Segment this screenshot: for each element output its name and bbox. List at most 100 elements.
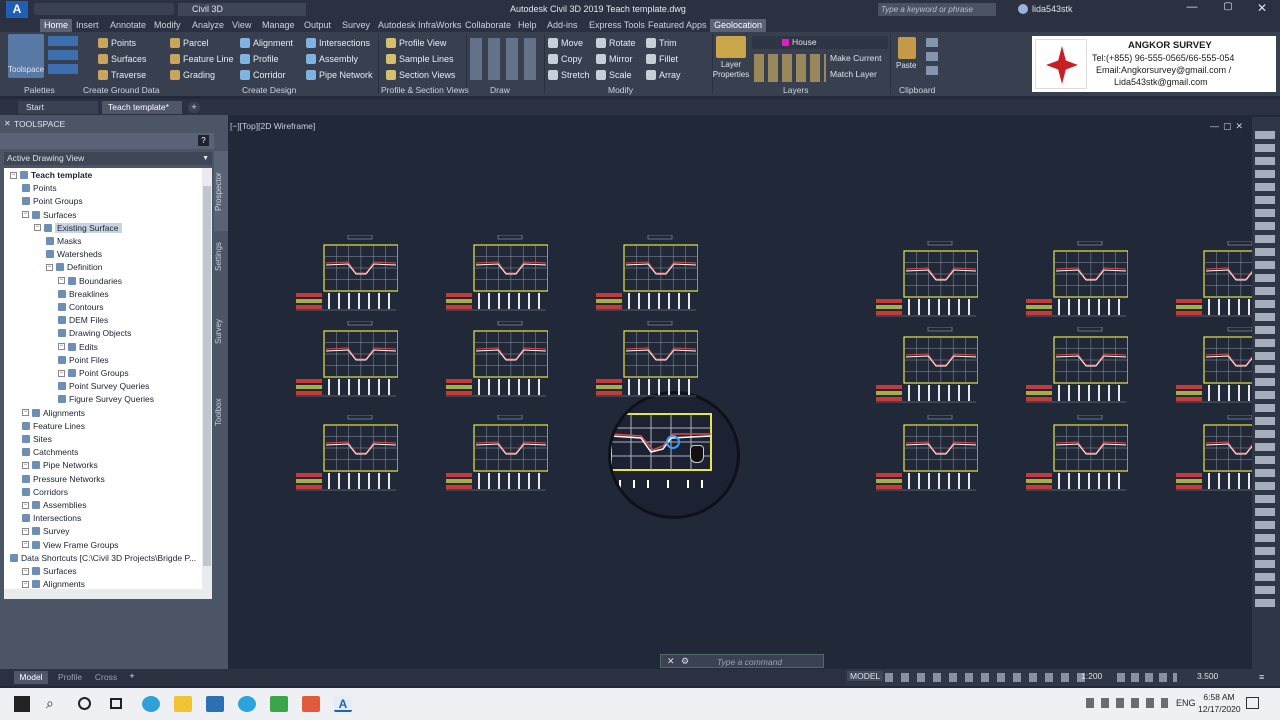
tree-item[interactable]: Breaklines (58, 289, 109, 299)
scrollbar-thumb[interactable] (203, 186, 211, 566)
tree-item[interactable]: − Point Groups (58, 368, 129, 378)
expand-toggle-icon[interactable]: − (22, 461, 29, 469)
tab-home[interactable]: Home (40, 19, 73, 32)
viewport-label[interactable]: [−][Top][2D Wireframe] (230, 121, 315, 131)
expand-toggle-icon[interactable]: − (22, 567, 29, 575)
edge-icon[interactable] (142, 696, 160, 712)
tree-item[interactable]: − Assemblies (22, 500, 86, 510)
side-tab-settings[interactable]: Settings (214, 232, 228, 282)
mirror-button[interactable]: Mirror (596, 53, 633, 65)
tray-icons[interactable] (1086, 698, 1168, 708)
expand-toggle-icon[interactable]: − (58, 343, 65, 351)
tab-modify[interactable]: Modify (154, 19, 181, 32)
match-layer-button[interactable]: Match Layer (830, 69, 877, 79)
close-button[interactable]: ✕ (1248, 1, 1276, 17)
section-view[interactable] (876, 327, 978, 407)
tab-autodesk-infraworks[interactable]: Autodesk InfraWorks (378, 19, 461, 32)
profile-view-button[interactable]: Profile View (386, 37, 446, 49)
quick-access-toolbar[interactable] (34, 3, 174, 15)
notification-icon[interactable] (1246, 697, 1259, 709)
status-toggles[interactable] (885, 673, 1085, 682)
help-icon[interactable]: ? (198, 135, 209, 146)
ribbon-group-draw[interactable]: Draw (490, 85, 510, 95)
tree-item[interactable]: Point Files (58, 355, 109, 365)
viewport-controls[interactable]: —▢✕ (1210, 121, 1247, 132)
view-selector[interactable]: Active Drawing View ▼ (4, 152, 212, 165)
tree-item[interactable]: Drawing Objects (58, 328, 131, 338)
traverse-button[interactable]: Traverse (98, 69, 146, 81)
ribbon-group-layers[interactable]: Layers (783, 85, 809, 95)
scale-button[interactable]: Scale (596, 69, 632, 81)
tree-item[interactable]: Watersheds (46, 249, 102, 259)
tab-profile[interactable]: Profile (52, 671, 88, 684)
tree-hscrollbar[interactable] (4, 589, 212, 599)
section-view[interactable] (446, 415, 548, 495)
new-tab-button[interactable]: + (188, 102, 200, 113)
section-view[interactable] (1026, 415, 1128, 495)
expand-toggle-icon[interactable]: − (22, 527, 29, 535)
command-input[interactable]: Type a command (717, 657, 782, 667)
make-current-button[interactable]: Make Current (830, 53, 882, 63)
tree-item[interactable]: Figure Survey Queries (58, 394, 154, 404)
expand-toggle-icon[interactable]: − (58, 277, 65, 285)
minimize-button[interactable]: — (1178, 1, 1206, 17)
side-tab-survey[interactable]: Survey (214, 312, 228, 352)
tab-manage[interactable]: Manage (262, 19, 295, 32)
tree-item[interactable]: − Definition (46, 262, 102, 272)
assembly-button[interactable]: Assembly (306, 53, 358, 65)
expand-toggle-icon[interactable]: − (22, 501, 29, 509)
move-button[interactable]: Move (548, 37, 583, 49)
feature-line-button[interactable]: Feature Line (170, 53, 234, 65)
corridor-button[interactable]: Corridor (240, 69, 286, 81)
copy-button[interactable]: Copy (548, 53, 582, 65)
tree-item[interactable]: − Surfaces (22, 566, 77, 576)
section-view[interactable] (296, 415, 398, 495)
tab-model[interactable]: Model (14, 671, 48, 684)
autocad-icon[interactable]: A (334, 696, 352, 712)
trim-button[interactable]: Trim (646, 37, 677, 49)
tab-collaborate[interactable]: Collaborate (465, 19, 511, 32)
camtasia-icon[interactable] (270, 696, 288, 712)
tree-item[interactable]: − View Frame Groups (22, 540, 118, 550)
tab-annotate[interactable]: Annotate (110, 19, 146, 32)
intersections-button[interactable]: Intersections (306, 37, 370, 49)
cortana-icon[interactable] (78, 697, 91, 710)
tree-item[interactable]: Data Shortcuts [C:\Civil 3D Projects\Bri… (10, 553, 196, 563)
tab-analyze[interactable]: Analyze (192, 19, 224, 32)
tab-survey[interactable]: Survey (342, 19, 370, 32)
language-indicator[interactable]: ENG (1176, 698, 1196, 708)
section-view[interactable] (446, 235, 548, 315)
windows-start-icon[interactable] (14, 696, 30, 712)
tab-help[interactable]: Help (518, 19, 537, 32)
file-explorer-icon[interactable] (174, 696, 192, 712)
expand-toggle-icon[interactable]: − (22, 541, 29, 549)
doc-tab-start[interactable]: Start (18, 101, 98, 114)
workspace-selector[interactable]: Civil 3D (178, 3, 306, 16)
mail-icon[interactable] (206, 696, 224, 712)
toolspace-toolbar[interactable] (0, 133, 214, 149)
clock-date[interactable]: 12/17/2020 (1198, 704, 1241, 714)
array-button[interactable]: Array (646, 69, 681, 81)
maximize-button[interactable]: ▢ (1214, 1, 1242, 17)
tab-featured-apps[interactable]: Featured Apps (648, 19, 707, 32)
profile-button[interactable]: Profile (240, 53, 279, 65)
tree-scrollbar[interactable] (202, 168, 212, 589)
tree-item[interactable]: − Alignments (22, 579, 85, 589)
expand-toggle-icon[interactable]: − (22, 580, 29, 588)
layer-tool-icons[interactable] (754, 54, 826, 82)
tree-item[interactable]: Corridors (22, 487, 68, 497)
panel-close-icon[interactable]: ✕ (4, 119, 11, 128)
paste-button[interactable]: Paste (896, 61, 916, 70)
tree-item[interactable]: Contours (58, 302, 104, 312)
ribbon-group-create-design[interactable]: Create Design (242, 85, 296, 95)
tree-item[interactable]: − Boundaries (58, 276, 122, 286)
recorder-icon[interactable] (302, 696, 320, 712)
tree-item[interactable]: Feature Lines (22, 421, 85, 431)
expand-toggle-icon[interactable]: − (46, 263, 53, 271)
section-view[interactable] (596, 235, 698, 315)
expand-toggle-icon[interactable]: − (22, 211, 29, 219)
tab-add-ins[interactable]: Add-ins (547, 19, 578, 32)
tab-output[interactable]: Output (304, 19, 331, 32)
tree-item[interactable]: Points (22, 183, 57, 193)
section-view[interactable] (446, 321, 548, 401)
